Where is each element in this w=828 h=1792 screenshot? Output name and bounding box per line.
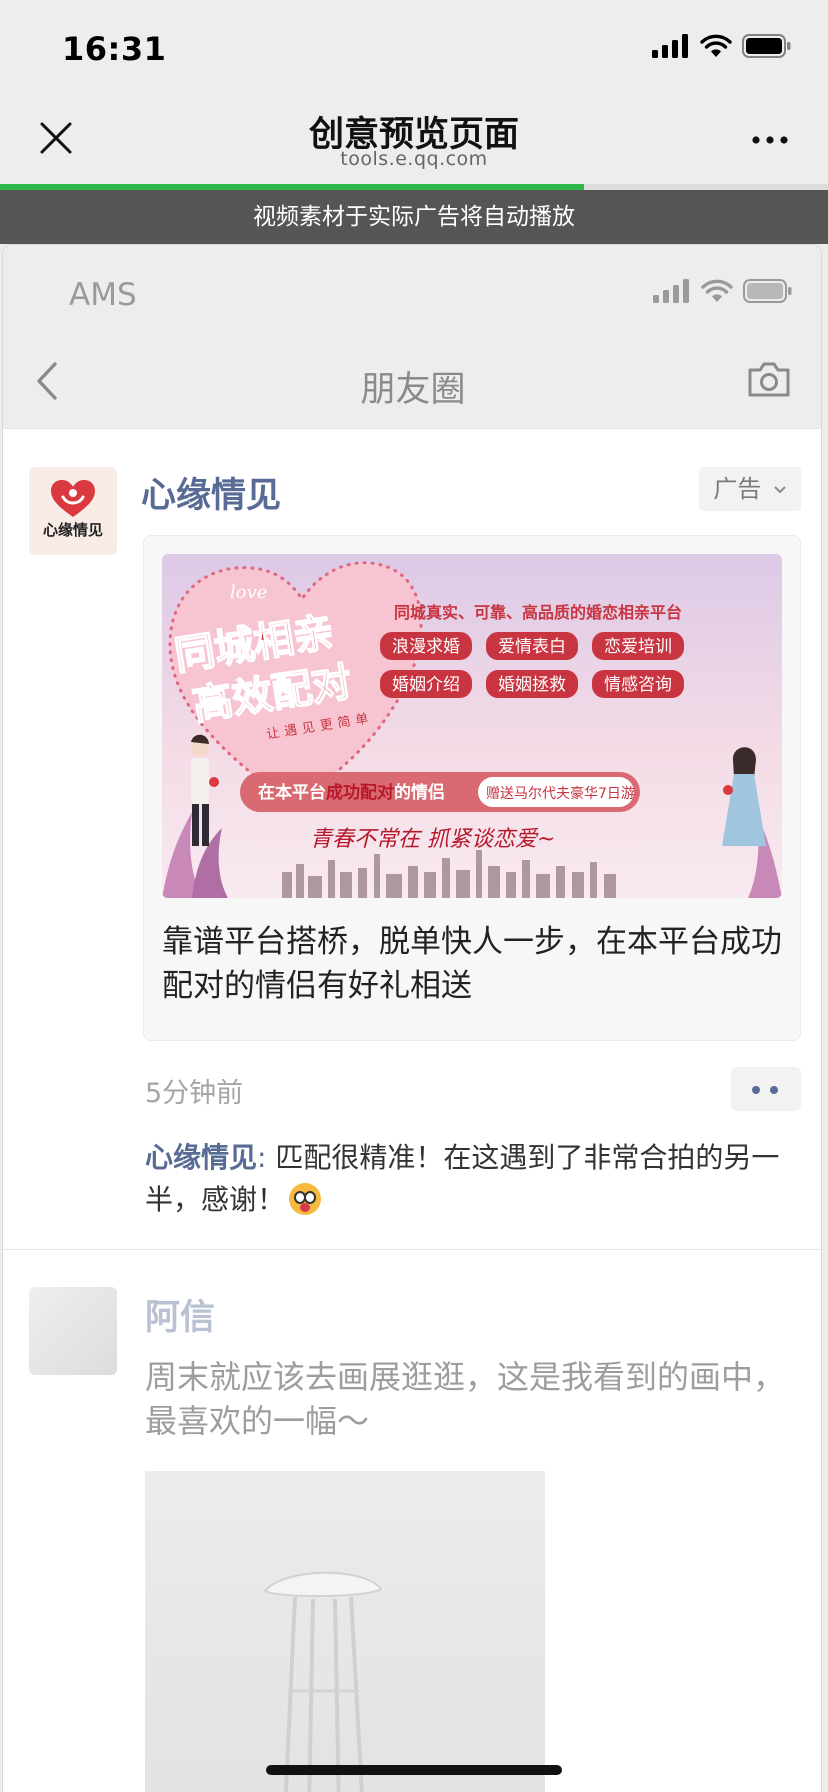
camera-icon[interactable] [747,359,791,399]
moments-nav-bar: 朋友圈 [3,333,821,429]
platform-description: 同城真实、可靠、高品质的婚恋相亲平台 [394,603,682,622]
status-time: 16:31 [62,30,167,68]
avatar-brand-text: 心缘情见 [42,521,103,539]
cellular-signal-icon [652,34,688,58]
tongue-face-emoji-icon [289,1183,322,1215]
ad-creative-graphic: love 同城相亲 高效配对 让遇见更简单 同城真实、可靠、高品质的婚恋相亲平台… [162,554,782,898]
ad-creative-image[interactable]: love 同城相亲 高效配对 让遇见更简单 同城真实、可靠、高品质的婚恋相亲平台… [162,554,782,898]
wifi-icon [700,34,732,57]
promo-prefix: 在本平台 [258,782,326,803]
ad-label-text: 广告 [713,475,762,503]
preview-battery-icon [743,279,792,303]
post-more-button[interactable] [731,1067,801,1111]
service-pill-label: 浪漫求婚 [392,637,460,657]
chair-illustration [263,1571,383,1792]
preview-carrier: AMS [69,277,137,313]
service-pill-label: 爱情表白 [498,637,566,657]
autoplay-notice-banner: 视频素材于实际广告将自动播放 [0,190,828,244]
advertiser-name[interactable]: 心缘情见 [141,467,281,518]
service-pill-label: 情感咨询 [604,675,672,695]
friend-avatar[interactable] [29,1287,117,1375]
heart-logo-icon [51,480,95,517]
service-pill-label: 恋爱培训 [604,636,672,657]
more-options-icon[interactable] [750,134,790,146]
home-indicator [266,1765,562,1775]
status-bar: 16:31 [0,0,828,96]
comment-item: 心缘情见: 匹配很精准！在这遇到了非常合拍的另一半，感谢！ [145,1137,785,1221]
post-divider [3,1249,821,1250]
friend-name[interactable]: 阿信 [145,1289,215,1340]
advertiser-avatar[interactable]: 心缘情见 [29,467,117,555]
preview-wifi-icon [701,279,733,302]
comment-separator: : [257,1141,276,1174]
ad-caption: 靠谱平台搭桥，脱单快人一步，在本平台成功配对的情侣有好礼相送 [162,924,782,1004]
comment-author[interactable]: 心缘情见 [145,1141,257,1174]
friend-post-text: 周末就应该去画展逛逛，这是我看到的画中，最喜欢的一幅～ [145,1358,786,1440]
service-pill-label: 婚姻介绍 [392,675,460,695]
more-dot-icon [770,1086,778,1094]
promo-suffix: 的情侣 [394,782,445,803]
preview-frame: AMS 朋友圈 心缘情见 心缘情见 广告 love 同城相亲 高效配对 让遇见更… [2,244,822,1792]
page-domain: tools.e.qq.com [340,148,488,170]
promo-gift: 赠送马尔代夫豪华7日游 [486,786,635,802]
browser-nav-bar: 创意预览页面 tools.e.qq.com [0,96,828,184]
moments-title: 朋友圈 [360,370,466,410]
battery-icon [742,34,791,58]
friend-post-image[interactable] [145,1471,545,1792]
ad-label-dropdown[interactable]: 广告 [699,467,801,511]
preview-status-bar: AMS [3,245,821,333]
post-timestamp: 5分钟前 [145,1078,244,1109]
service-pill-label: 婚姻拯救 [498,675,566,695]
preview-signal-icon [653,279,689,303]
chevron-down-icon [774,486,786,494]
ad-card[interactable]: love 同城相亲 高效配对 让遇见更简单 同城真实、可靠、高品质的婚恋相亲平台… [143,535,801,1041]
slogan-script: 青春不常在 抓紧谈恋爱~ [310,827,555,852]
svg-text:在本平台成功配对的情侣: 在本平台成功配对的情侣 [258,782,445,803]
more-dot-icon [752,1086,760,1094]
love-script-text: love [230,582,267,603]
promo-highlight: 成功配对 [326,782,394,803]
